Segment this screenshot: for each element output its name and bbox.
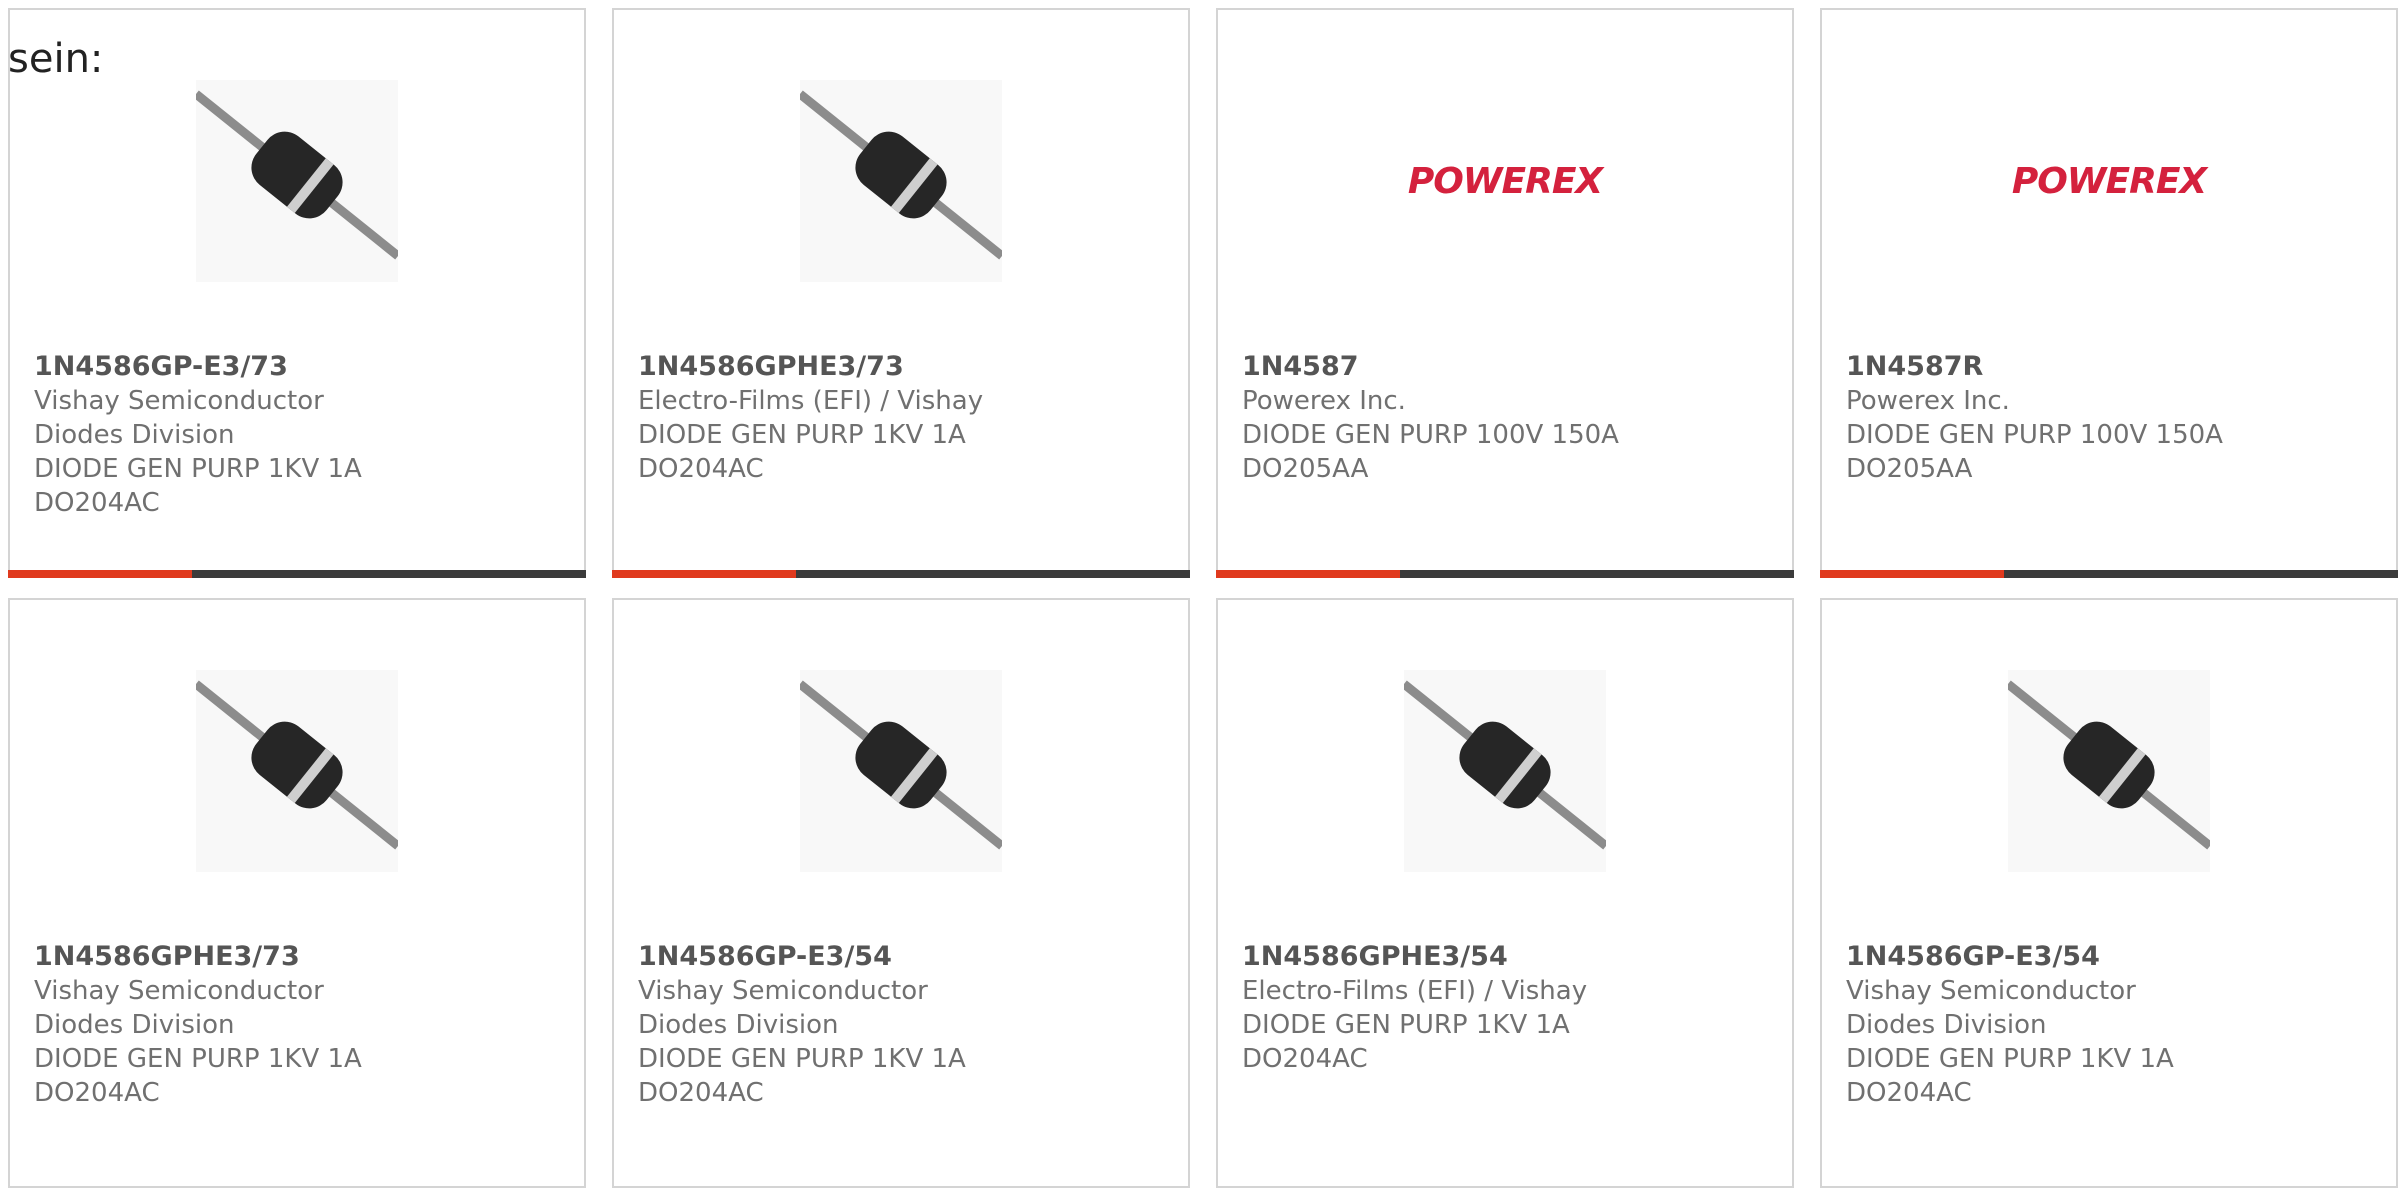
manufacturer: Powerex Inc. <box>1846 386 2010 416</box>
product-card[interactable]: 1N4586GP-E3/54 Vishay Semiconductor Diod… <box>612 598 1190 1188</box>
description: DIODE GEN PURP 100V 150A DO205AA <box>1846 420 2223 484</box>
manufacturer: Vishay Semiconductor Diodes Division <box>1846 976 2136 1040</box>
card-bottom-bar <box>612 570 1190 578</box>
intro-text: sein: <box>8 36 104 82</box>
part-number[interactable]: 1N4587R <box>1846 350 2372 384</box>
product-card[interactable]: POWEREX 1N4587 Powerex Inc. DIODE GEN PU… <box>1216 8 1794 578</box>
diode-image <box>196 80 398 282</box>
product-info: 1N4586GP-E3/54 Vishay Semiconductor Diod… <box>638 940 1164 1110</box>
description: DIODE GEN PURP 1KV 1A DO204AC <box>638 420 966 484</box>
card-accent-bar <box>612 570 796 578</box>
diode-image <box>2008 670 2210 872</box>
part-number[interactable]: 1N4587 <box>1242 350 1768 384</box>
product-card[interactable]: 1N4586GPHE3/73 Vishay Semiconductor Diod… <box>8 598 586 1188</box>
diode-image <box>800 80 1002 282</box>
part-number[interactable]: 1N4586GPHE3/73 <box>638 350 1164 384</box>
powerex-logo-text: POWEREX <box>1407 160 1603 202</box>
diode-image[interactable] <box>800 670 1002 872</box>
manufacturer: Electro-Films (EFI) / Vishay <box>638 386 984 416</box>
part-number[interactable]: 1N4586GPHE3/73 <box>34 940 560 974</box>
manufacturer: Vishay Semiconductor Diodes Division <box>638 976 928 1040</box>
manufacturer: Powerex Inc. <box>1242 386 1406 416</box>
product-card[interactable]: 1N4586GP-E3/73 Vishay Semiconductor Diod… <box>8 8 586 578</box>
diode-image <box>196 670 398 872</box>
diode-image <box>800 670 1002 872</box>
product-info: 1N4586GP-E3/54 Vishay Semiconductor Diod… <box>1846 940 2372 1110</box>
part-number[interactable]: 1N4586GP-E3/73 <box>34 350 560 384</box>
card-accent-bar <box>1216 570 1400 578</box>
product-info: 1N4587R Powerex Inc. DIODE GEN PURP 100V… <box>1846 350 2372 486</box>
manufacturer: Electro-Films (EFI) / Vishay <box>1242 976 1588 1006</box>
part-number[interactable]: 1N4586GP-E3/54 <box>638 940 1164 974</box>
product-card[interactable]: 1N4586GPHE3/73 Electro-Films (EFI) / Vis… <box>612 8 1190 578</box>
part-number[interactable]: 1N4586GPHE3/54 <box>1242 940 1768 974</box>
product-info: 1N4586GP-E3/73 Vishay Semiconductor Diod… <box>34 350 560 520</box>
card-accent-bar <box>8 570 192 578</box>
powerex-logo-text: POWEREX <box>2011 160 2207 202</box>
product-grid: 1N4586GP-E3/73 Vishay Semiconductor Diod… <box>8 8 2400 1188</box>
manufacturer: Vishay Semiconductor Diodes Division <box>34 386 324 450</box>
diode-image[interactable] <box>1404 670 1606 872</box>
diode-image[interactable] <box>196 670 398 872</box>
diode-image <box>1404 670 1606 872</box>
product-card[interactable]: POWEREX 1N4587R Powerex Inc. DIODE GEN P… <box>1820 8 2398 578</box>
product-info: 1N4587 Powerex Inc. DIODE GEN PURP 100V … <box>1242 350 1768 486</box>
powerex-logo[interactable]: POWEREX <box>1404 80 1606 282</box>
card-bottom-bar <box>1216 570 1794 578</box>
card-accent-bar <box>1820 570 2004 578</box>
description: DIODE GEN PURP 1KV 1A DO204AC <box>34 1044 362 1108</box>
product-card[interactable]: 1N4586GPHE3/54 Electro-Films (EFI) / Vis… <box>1216 598 1794 1188</box>
card-bottom-bar <box>1820 570 2398 578</box>
description: DIODE GEN PURP 1KV 1A DO204AC <box>1846 1044 2174 1108</box>
description: DIODE GEN PURP 1KV 1A DO204AC <box>34 454 362 518</box>
description: DIODE GEN PURP 1KV 1A DO204AC <box>638 1044 966 1108</box>
part-number[interactable]: 1N4586GP-E3/54 <box>1846 940 2372 974</box>
powerex-logo[interactable]: POWEREX <box>2008 80 2210 282</box>
diode-image[interactable] <box>800 80 1002 282</box>
product-info: 1N4586GPHE3/54 Electro-Films (EFI) / Vis… <box>1242 940 1768 1076</box>
card-bottom-bar <box>8 570 586 578</box>
description: DIODE GEN PURP 100V 150A DO205AA <box>1242 420 1619 484</box>
product-info: 1N4586GPHE3/73 Vishay Semiconductor Diod… <box>34 940 560 1110</box>
diode-image[interactable] <box>2008 670 2210 872</box>
manufacturer: Vishay Semiconductor Diodes Division <box>34 976 324 1040</box>
diode-image[interactable] <box>196 80 398 282</box>
description: DIODE GEN PURP 1KV 1A DO204AC <box>1242 1010 1570 1074</box>
product-info: 1N4586GPHE3/73 Electro-Films (EFI) / Vis… <box>638 350 1164 486</box>
product-card[interactable]: 1N4586GP-E3/54 Vishay Semiconductor Diod… <box>1820 598 2398 1188</box>
